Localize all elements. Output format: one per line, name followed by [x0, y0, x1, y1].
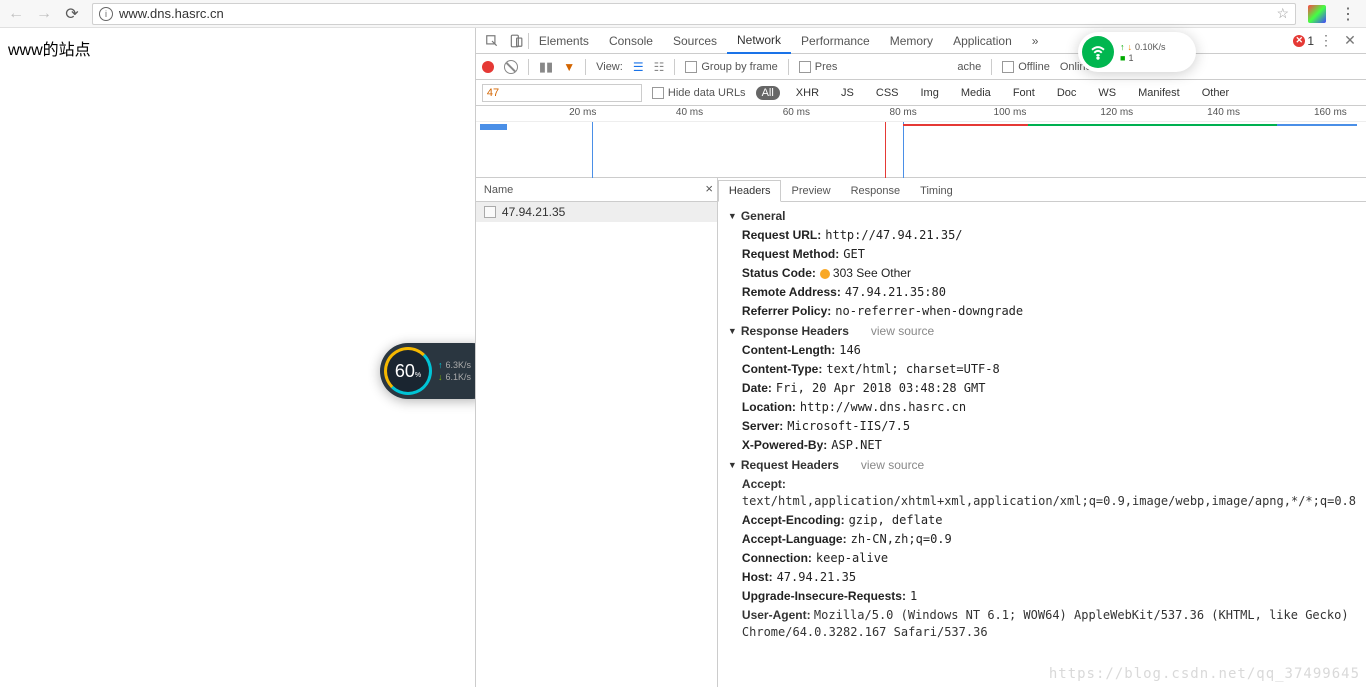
close-detail-icon[interactable]: ×: [705, 181, 713, 196]
detail-tab-preview[interactable]: Preview: [781, 181, 840, 201]
filter-doc[interactable]: Doc: [1051, 86, 1083, 100]
network-lower: Name × 47.94.21.35 Headers Preview Respo…: [476, 178, 1366, 687]
filter-toggle-icon[interactable]: ▼: [563, 60, 575, 74]
request-header-row: Host:47.94.21.35: [724, 568, 1360, 587]
request-header-row: Connection:keep-alive: [724, 549, 1360, 568]
header-user-agent: User-Agent: Mozilla/5.0 (Windows NT 6.1;…: [724, 606, 1360, 642]
filter-ws[interactable]: WS: [1092, 86, 1122, 100]
response-header-row: X-Powered-By:ASP.NET: [724, 436, 1360, 455]
tab-network[interactable]: Network: [727, 28, 791, 54]
view-small-icon[interactable]: ☷: [654, 60, 665, 74]
page-content: www的站点 60% ↑6.3K/s ↓6.1K/s: [0, 28, 475, 687]
section-general[interactable]: ▼General: [724, 206, 1360, 226]
tab-elements[interactable]: Elements: [529, 28, 599, 54]
devtools-close-icon[interactable]: ✕: [1338, 32, 1362, 49]
section-request-headers[interactable]: ▼Request Headersview source: [724, 455, 1360, 475]
devtools-panel: ↑↓0.10K/s ■1 Elements Console Sources Ne…: [475, 28, 1366, 687]
devtools-settings-icon[interactable]: ⋮: [1314, 32, 1338, 49]
devtools-tabs: Elements Console Sources Network Perform…: [476, 28, 1366, 54]
filter-css[interactable]: CSS: [870, 86, 905, 100]
filter-font[interactable]: Font: [1007, 86, 1041, 100]
response-header-row: Server:Microsoft-IIS/7.5: [724, 417, 1360, 436]
network-timeline[interactable]: 20 ms 40 ms 60 ms 80 ms 100 ms 120 ms 14…: [476, 106, 1366, 178]
tab-more[interactable]: »: [1022, 28, 1049, 54]
url-bar[interactable]: i www.dns.hasrc.cn ☆: [92, 3, 1296, 25]
browser-nav-bar: ← → ⟳ i www.dns.hasrc.cn ☆ ⋮: [0, 0, 1366, 28]
filter-all[interactable]: All: [756, 86, 780, 100]
detail-tabs: Headers Preview Response Timing: [718, 178, 1366, 202]
browser-menu[interactable]: ⋮: [1334, 4, 1362, 24]
filter-manifest[interactable]: Manifest: [1132, 86, 1186, 100]
url-text: www.dns.hasrc.cn: [119, 6, 224, 21]
tab-application[interactable]: Application: [943, 28, 1022, 54]
response-header-row: Location:http://www.dns.hasrc.cn: [724, 398, 1360, 417]
speed-stats: ↑6.3K/s ↓6.1K/s: [438, 360, 471, 382]
view-large-icon[interactable]: ☰: [633, 60, 644, 74]
response-header-row: Content-Type:text/html; charset=UTF-8: [724, 360, 1360, 379]
speed-up: ↑6.3K/s: [438, 360, 471, 370]
site-info-icon[interactable]: i: [99, 7, 113, 21]
filter-img[interactable]: Img: [915, 86, 945, 100]
response-header-row: Date:Fri, 20 Apr 2018 03:48:28 GMT: [724, 379, 1360, 398]
wifi-overlay[interactable]: ↑↓0.10K/s ■1: [1078, 32, 1196, 72]
error-badge[interactable]: ✕1: [1293, 34, 1314, 48]
header-accept: Accept: text/html,application/xhtml+xml,…: [724, 475, 1360, 511]
extension-icon[interactable]: [1308, 5, 1326, 23]
offline-toggle[interactable]: Offline: [1002, 61, 1050, 73]
screenshot-icon[interactable]: ▮▮: [539, 59, 553, 75]
response-header-row: Content-Length:146: [724, 341, 1360, 360]
detail-panel: Headers Preview Response Timing ▼General…: [718, 178, 1366, 687]
tab-memory[interactable]: Memory: [880, 28, 943, 54]
tab-sources[interactable]: Sources: [663, 28, 727, 54]
detail-tab-timing[interactable]: Timing: [910, 181, 963, 201]
request-list: Name × 47.94.21.35: [476, 178, 718, 687]
clear-button[interactable]: [504, 60, 518, 74]
preserve-log[interactable]: Pres: [799, 61, 838, 73]
page-title: www的站点: [0, 28, 475, 68]
wifi-stats: ↑↓0.10K/s ■1: [1120, 42, 1166, 63]
speed-down: ↓6.1K/s: [438, 372, 471, 382]
filter-js[interactable]: JS: [835, 86, 860, 100]
detail-tab-headers[interactable]: Headers: [718, 180, 782, 202]
back-button[interactable]: ←: [4, 2, 28, 26]
speed-gauge: 60%: [384, 347, 432, 395]
forward-button[interactable]: →: [32, 2, 56, 26]
inspect-icon[interactable]: [480, 34, 504, 48]
filter-other[interactable]: Other: [1196, 86, 1236, 100]
reload-button[interactable]: ⟳: [60, 2, 84, 26]
filter-media[interactable]: Media: [955, 86, 997, 100]
main-split: www的站点 60% ↑6.3K/s ↓6.1K/s ↑↓0.10K/s ■1: [0, 28, 1366, 687]
wifi-icon: [1082, 36, 1114, 68]
detail-body: ▼General Request URL:http://47.94.21.35/…: [718, 202, 1366, 687]
bookmark-icon[interactable]: ☆: [1276, 5, 1289, 22]
filter-xhr[interactable]: XHR: [790, 86, 825, 100]
tab-console[interactable]: Console: [599, 28, 663, 54]
device-toggle-icon[interactable]: [504, 34, 528, 48]
request-type-icon: [484, 206, 496, 218]
network-toolbar: ▮▮ ▼ View: ☰ ☷ Group by frame Pres ache …: [476, 54, 1366, 80]
request-row[interactable]: 47.94.21.35: [476, 202, 717, 222]
request-header-row: Upgrade-Insecure-Requests:1: [724, 587, 1360, 606]
network-filter-row: Hide data URLs All XHR JS CSS Img Media …: [476, 80, 1366, 106]
request-list-header[interactable]: Name ×: [476, 178, 717, 202]
hide-data-urls[interactable]: Hide data URLs: [652, 87, 746, 99]
filter-input[interactable]: [482, 84, 642, 102]
view-label: View:: [596, 61, 623, 73]
tab-performance[interactable]: Performance: [791, 28, 880, 54]
detail-tab-response[interactable]: Response: [841, 181, 911, 201]
record-button[interactable]: [482, 61, 494, 73]
section-response-headers[interactable]: ▼Response Headersview source: [724, 321, 1360, 341]
request-header-row: Accept-Encoding:gzip, deflate: [724, 511, 1360, 530]
group-by-frame[interactable]: Group by frame: [685, 61, 777, 73]
request-header-row: Accept-Language:zh-CN,zh;q=0.9: [724, 530, 1360, 549]
